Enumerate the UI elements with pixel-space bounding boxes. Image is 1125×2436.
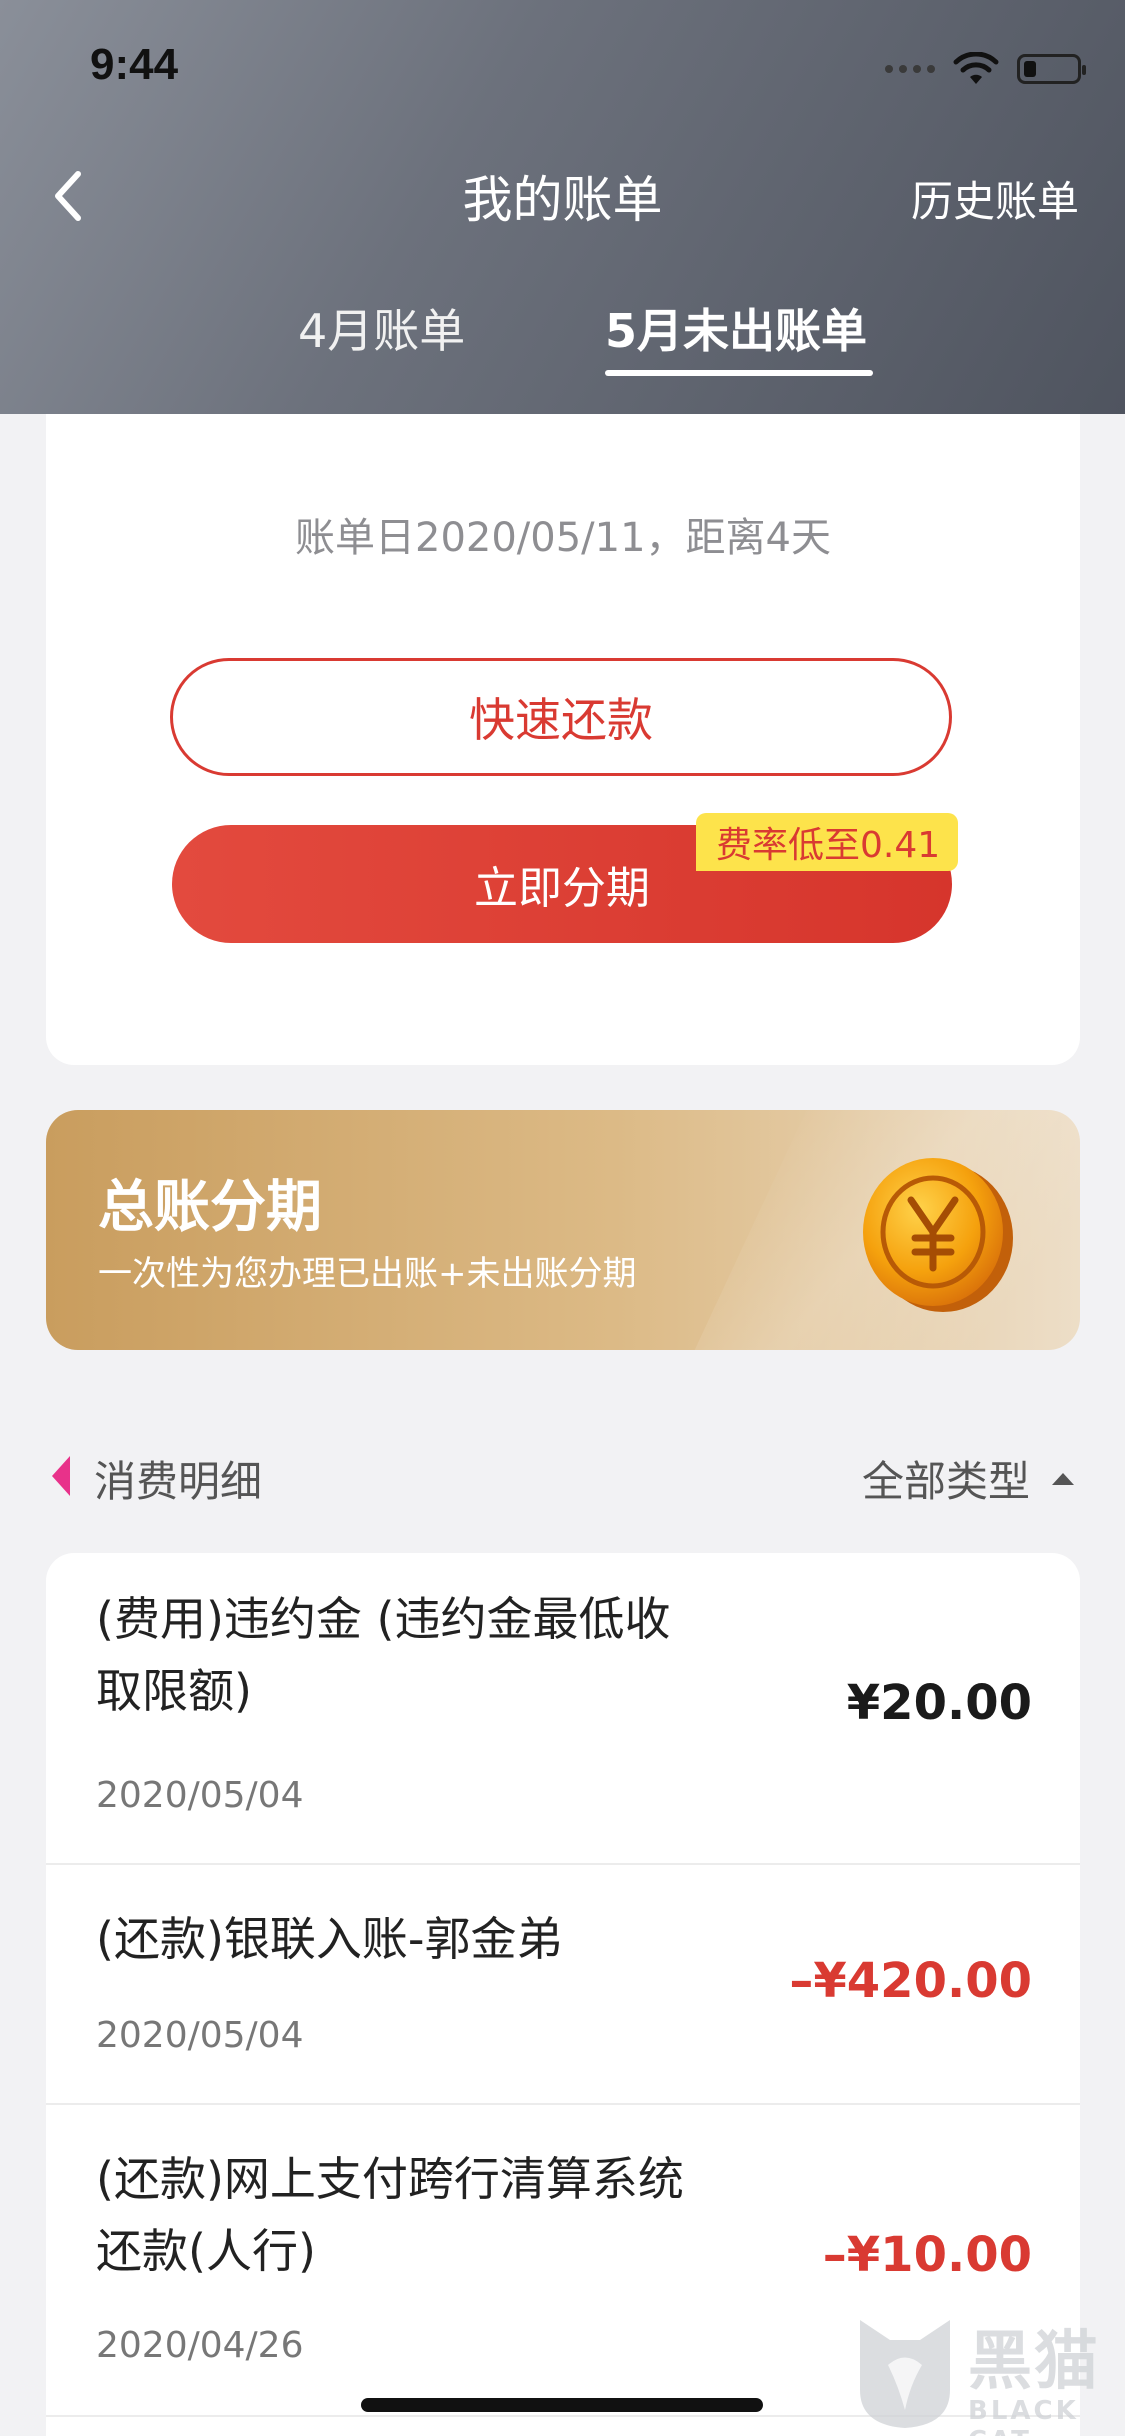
transaction-list: (费用)违约金 (违约金最低收取限额) 2020/05/04 ¥20.00 (还… [46,1553,1080,2436]
tab-may-unbilled[interactable]: 5月未出账单 [605,295,867,361]
caret-up-icon [1052,1472,1074,1485]
tab-april-bill[interactable]: 4月账单 [298,295,465,361]
details-title: 消费明细 [94,1457,263,1506]
home-indicator[interactable] [361,2398,763,2412]
watermark-cn-text: 黑猫 [968,2325,1100,2399]
bill-tabs: 4月账单 5月未出账单 [0,295,1125,395]
transaction-row[interactable]: (费用)违约金 (违约金最低收取限额) 2020/05/04 ¥20.00 [46,1553,1080,1865]
status-time: 9:44 [90,40,179,89]
active-tab-indicator [605,370,873,376]
quick-repay-button[interactable]: 快速还款 [170,658,952,776]
transaction-row[interactable]: (还款)银联入账-郭金弟 2020/05/04 –¥420.00 [46,1865,1080,2105]
bill-date-info: 账单日2020/05/11，距离4天 [295,515,831,561]
transaction-amount: –¥420.00 [789,1953,1032,2009]
transaction-amount: ¥20.00 [846,1675,1032,1731]
wifi-icon [953,52,999,84]
header: 9:44 我的账单 历史账单 4月账单 5月未出账单 [0,0,1125,414]
battery-icon [1017,54,1086,84]
history-bills-link[interactable]: 历史账单 [911,168,1079,229]
black-cat-watermark: 黑猫 BLACK CAT [850,2310,1120,2436]
watermark-en-text: BLACK CAT [968,2396,1079,2436]
bill-page: 9:44 我的账单 历史账单 4月账单 5月未出账单 账单日2020/05/11… [0,0,1125,2436]
transaction-description: (费用)违约金 (违约金最低收取限额) [96,1592,671,1718]
transaction-date: 2020/04/26 [96,2325,304,2366]
yuan-coin-icon [863,1158,1013,1312]
section-marker-icon [52,1456,70,1496]
type-filter-dropdown[interactable]: 全部类型 [862,1448,1080,1509]
banner-subtitle: 一次性为您办理已出账+未出账分期 [98,1254,637,1294]
signal-icon [885,65,935,73]
rate-badge: 费率低至0.41 [696,813,959,871]
status-icons [885,52,1086,86]
filter-label: 全部类型 [861,1457,1030,1506]
banner-title: 总账分期 [98,1175,322,1240]
transaction-description: (还款)网上支付跨行清算系统还款(人行) [96,2152,684,2278]
transaction-date: 2020/05/04 [96,1775,304,1816]
details-header: 消费明细 全部类型 [46,1440,1080,1510]
total-installment-banner[interactable]: 总账分期 一次性为您办理已出账+未出账分期 [46,1110,1080,1350]
bill-card: 账单日2020/05/11，距离4天 快速还款 立即分期 费率低至0.41 [46,380,1080,1065]
black-cat-logo-icon [860,2320,950,2428]
transaction-amount: –¥10.00 [822,2227,1032,2283]
transaction-description: (还款)银联入账-郭金弟 [96,1912,563,1966]
transaction-date: 2020/05/04 [96,2015,304,2056]
